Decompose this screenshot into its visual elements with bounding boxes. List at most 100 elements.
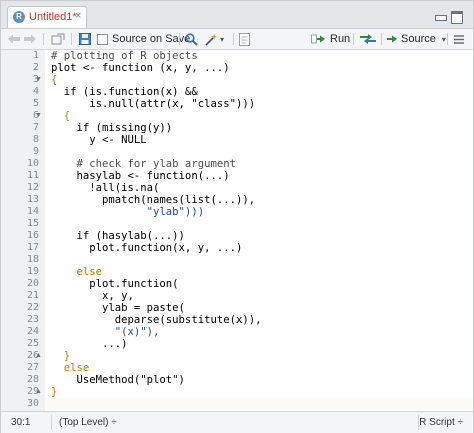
outline-button[interactable] [453,31,465,47]
close-icon[interactable]: × [75,10,81,22]
scope-selector[interactable]: (Top Level) ÷ [59,417,117,428]
code-line: ylab = paste( [51,302,185,314]
source-on-save-toggle[interactable]: Source on Save [97,31,190,47]
source-arrow-icon [387,35,397,43]
rerun-icon [360,34,376,44]
outline-icon [454,34,464,44]
code-line: plot.function(x, y, ...) [51,242,243,254]
code-tools-menu[interactable]: ▾ [204,31,224,47]
code-line: } [51,386,58,398]
toolbar-divider [381,33,382,45]
file-type-selector[interactable]: R Script ÷ [419,417,463,428]
line-number: 22 [26,302,39,313]
tab-bar: R Untitled1* × [1,1,473,29]
editor-toolbar: Source on Save ▾ Run Source ▾ [1,29,473,50]
pane-window-controls [433,11,467,24]
line-number: 10 [26,158,39,169]
code-line: # check for ylab argument [51,158,236,170]
line-number: 4 [32,86,39,97]
line-number: 19 [26,266,39,277]
code-line: if (is.function(x) && [51,86,198,98]
line-number: 28 [26,374,39,385]
search-icon [185,32,198,46]
compile-report-button[interactable] [239,31,250,47]
code-line: ...) [51,338,128,350]
code-line: deparse(substitute(x)), [51,314,262,326]
line-number: 21 [26,290,39,301]
code-line: x, y, [51,290,134,302]
run-arrow-icon [311,34,325,44]
save-icon [79,33,91,45]
r-file-icon: R [13,11,25,23]
forward-arrow-icon [24,34,36,44]
line-number: 24 [26,326,39,337]
line-number: 5 [32,98,39,109]
code-line: } [51,350,71,362]
show-in-window-button[interactable] [51,31,65,47]
toolbar-divider [233,33,234,45]
chevron-down-icon[interactable]: ▾ [442,35,446,44]
code-line: { [51,74,58,86]
code-line: if (missing(y)) [51,122,173,134]
fold-end-icon[interactable]: ▲ [35,386,42,398]
fold-toggle-icon[interactable]: ▼ [35,110,42,122]
forward-button[interactable] [23,31,37,47]
code-line: # plotting of R objects [51,50,198,62]
line-number: 27 [26,362,39,373]
line-number: 2 [32,62,39,73]
line-number: 7 [32,122,39,133]
line-number-gutter: 1 2 3 4 5 6 7 8 9 10 11 12 13 14 15 16 1… [1,50,45,411]
fold-toggle-icon[interactable]: ▼ [35,74,42,86]
code-line: is.null(attr(x, "class"))) [51,98,256,110]
code-line: else [51,362,90,374]
back-button[interactable] [7,31,21,47]
line-number: 12 [26,182,39,193]
toolbar-divider [71,33,72,45]
code-line: hasylab <- function(...) [51,170,230,182]
line-number: 9 [32,146,39,157]
code-line: y <- NULL [51,134,147,146]
tab-title: Untitled1* [29,11,77,23]
line-number: 30 [26,398,39,409]
code-line: "ylab"))) [51,206,205,218]
fold-end-icon[interactable]: ▲ [35,350,42,362]
find-replace-button[interactable] [185,31,198,47]
code-line: if (hasylab(...)) [51,230,185,242]
run-button[interactable]: Run [311,31,350,47]
toolbar-divider [43,33,44,45]
code-line: else [51,266,103,278]
code-line: !all(is.na( [51,182,160,194]
rerun-button[interactable] [359,31,377,47]
source-button[interactable]: Source ▾ [386,31,446,47]
code-line: plot.function( [51,278,179,290]
source-editor-pane: R Untitled1* × Source on Save ▾ Run Sour… [0,0,474,433]
status-divider [51,415,52,430]
line-number: 11 [26,170,39,181]
code-line: "(x)"), [51,326,160,338]
code-line: pmatch(names(list(...)), [51,194,256,206]
active-line-highlight [45,398,473,410]
code-editor[interactable]: 1 2 3 4 5 6 7 8 9 10 11 12 13 14 15 16 1… [1,50,473,411]
line-number: 23 [26,314,39,325]
magic-wand-icon [205,33,217,46]
save-button[interactable] [79,31,91,47]
code-line: UseMethod("plot") [51,374,185,386]
line-number: 25 [26,338,39,349]
source-on-save-checkbox[interactable] [97,33,108,45]
source-label: Source [401,33,436,45]
compile-report-icon [239,32,250,46]
toolbar-divider [353,33,354,45]
chevron-down-icon: ▾ [220,34,225,44]
editor-status-bar: 30:1 (Top Level) ÷ R Script ÷ [1,411,473,433]
line-number: 17 [26,242,39,253]
maximize-pane-icon[interactable] [451,11,463,24]
toolbar-divider [179,33,180,45]
cursor-position: 30:1 [11,417,31,428]
show-in-window-icon [51,33,65,45]
code-line: { [51,110,71,122]
run-label: Run [330,33,351,45]
line-number: 18 [26,254,39,265]
tab-untitled1[interactable]: R Untitled1* × [7,6,87,28]
line-number: 1 [32,50,39,61]
minimize-pane-icon[interactable] [435,15,447,21]
